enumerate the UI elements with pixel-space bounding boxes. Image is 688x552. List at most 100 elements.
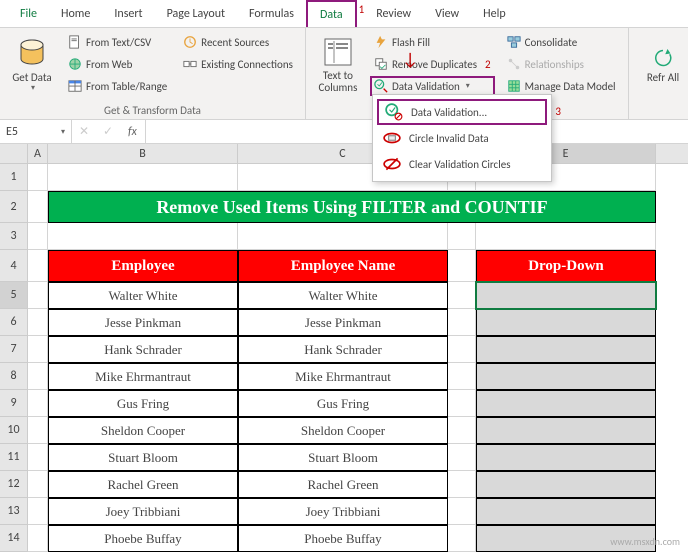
menu-data-validation[interactable]: Data Validation... 3 [377, 99, 547, 125]
table-row[interactable]: Hank Schrader [238, 336, 448, 363]
dropdown-cell[interactable] [476, 336, 656, 363]
dropdown-cell[interactable] [476, 390, 656, 417]
text-to-columns-button[interactable]: Text to Columns [314, 32, 362, 98]
table-row[interactable]: Walter White [48, 282, 238, 309]
cell[interactable] [448, 498, 476, 525]
tab-review[interactable]: Review [364, 0, 423, 27]
dropdown-cell[interactable] [476, 471, 656, 498]
consolidate-button[interactable]: Consolidate [503, 32, 620, 52]
table-row[interactable]: Rachel Green [48, 471, 238, 498]
dropdown-cell[interactable] [476, 444, 656, 471]
cell[interactable] [28, 390, 48, 417]
tab-insert[interactable]: Insert [102, 0, 154, 27]
cell[interactable] [28, 309, 48, 336]
table-row[interactable]: Walter White [238, 282, 448, 309]
row-header[interactable]: 12 [0, 471, 28, 498]
tab-formulas[interactable]: Formulas [237, 0, 306, 27]
name-box[interactable]: E5▾ [0, 120, 72, 143]
cell[interactable] [48, 164, 238, 191]
dropdown-cell[interactable] [476, 282, 656, 309]
cell[interactable] [448, 363, 476, 390]
cell[interactable] [28, 417, 48, 444]
cell[interactable] [28, 525, 48, 552]
table-row[interactable]: Gus Fring [238, 390, 448, 417]
row-header[interactable]: 7 [0, 336, 28, 363]
table-row[interactable]: Joey Tribbiani [48, 498, 238, 525]
from-web-button[interactable]: From Web [64, 54, 171, 74]
row-header[interactable]: 1 [0, 164, 28, 191]
table-row[interactable]: Stuart Bloom [238, 444, 448, 471]
cell[interactable] [476, 223, 656, 250]
header-dropdown[interactable]: Drop-Down [476, 250, 656, 282]
cell[interactable] [448, 223, 476, 250]
cell[interactable] [448, 444, 476, 471]
table-row[interactable]: Stuart Bloom [48, 444, 238, 471]
cell[interactable] [448, 250, 476, 282]
relationships-button[interactable]: Relationships [503, 54, 620, 74]
table-row[interactable]: Sheldon Cooper [48, 417, 238, 444]
row-header[interactable]: 6 [0, 309, 28, 336]
cell[interactable] [28, 250, 48, 282]
row-header[interactable]: 8 [0, 363, 28, 390]
tab-data[interactable]: Data [306, 0, 357, 27]
menu-clear-circles[interactable]: Clear Validation Circles [377, 151, 547, 177]
table-row[interactable]: Phoebe Buffay [238, 525, 448, 552]
remove-duplicates-button[interactable]: Remove Duplicates2 [370, 54, 495, 74]
dropdown-cell[interactable] [476, 417, 656, 444]
row-header[interactable]: 9 [0, 390, 28, 417]
recent-sources-button[interactable]: Recent Sources [179, 32, 297, 52]
cell[interactable] [28, 282, 48, 309]
refresh-all-button[interactable]: Refr All [646, 32, 680, 98]
cell[interactable] [448, 309, 476, 336]
title-cell[interactable]: Remove Used Items Using FILTER and COUNT… [48, 191, 656, 223]
data-validation-button[interactable]: Data Validation▾ ↓ Data Validation... 3 … [370, 76, 495, 96]
table-row[interactable]: Mike Ehrmantraut [48, 363, 238, 390]
cell[interactable] [448, 417, 476, 444]
cell[interactable] [28, 444, 48, 471]
header-employee[interactable]: Employee [48, 250, 238, 282]
cell[interactable] [448, 390, 476, 417]
tab-home[interactable]: Home [49, 0, 102, 27]
table-row[interactable]: Jesse Pinkman [48, 309, 238, 336]
table-row[interactable]: Joey Tribbiani [238, 498, 448, 525]
table-row[interactable]: Hank Schrader [48, 336, 238, 363]
cell[interactable] [448, 282, 476, 309]
cell[interactable] [448, 525, 476, 552]
row-header[interactable]: 3 [0, 223, 28, 250]
cell[interactable] [28, 191, 48, 223]
col-A[interactable]: A [28, 144, 48, 163]
row-header[interactable]: 4 [0, 250, 28, 282]
existing-connections-button[interactable]: Existing Connections [179, 54, 297, 74]
manage-data-model-button[interactable]: Manage Data Model [503, 76, 620, 96]
dropdown-cell[interactable] [476, 498, 656, 525]
row-header[interactable]: 2 [0, 191, 28, 223]
select-all-corner[interactable] [0, 144, 28, 163]
cell[interactable] [448, 336, 476, 363]
cell[interactable] [238, 223, 448, 250]
flash-fill-button[interactable]: Flash Fill [370, 32, 495, 52]
dropdown-cell[interactable] [476, 363, 656, 390]
table-row[interactable]: Gus Fring [48, 390, 238, 417]
dropdown-cell[interactable] [476, 309, 656, 336]
cell[interactable] [448, 471, 476, 498]
cell[interactable] [28, 471, 48, 498]
table-row[interactable]: Sheldon Cooper [238, 417, 448, 444]
cell[interactable] [28, 164, 48, 191]
table-row[interactable]: Mike Ehrmantraut [238, 363, 448, 390]
table-row[interactable]: Jesse Pinkman [238, 309, 448, 336]
get-data-button[interactable]: Get Data▾ [8, 32, 56, 98]
tab-view[interactable]: View [423, 0, 471, 27]
tab-help[interactable]: Help [471, 0, 518, 27]
table-row[interactable]: Rachel Green [238, 471, 448, 498]
row-header[interactable]: 11 [0, 444, 28, 471]
worksheet-grid[interactable]: A B C D E 12Remove Used Items Using FILT… [0, 144, 688, 552]
row-header[interactable]: 5 [0, 282, 28, 309]
row-header[interactable]: 14 [0, 525, 28, 552]
from-text-csv-button[interactable]: From Text/CSV [64, 32, 171, 52]
header-employee-name[interactable]: Employee Name [238, 250, 448, 282]
row-header[interactable]: 13 [0, 498, 28, 525]
row-header[interactable]: 10 [0, 417, 28, 444]
col-B[interactable]: B [48, 144, 238, 163]
cell[interactable] [28, 336, 48, 363]
fx-button[interactable]: fx [120, 125, 145, 139]
